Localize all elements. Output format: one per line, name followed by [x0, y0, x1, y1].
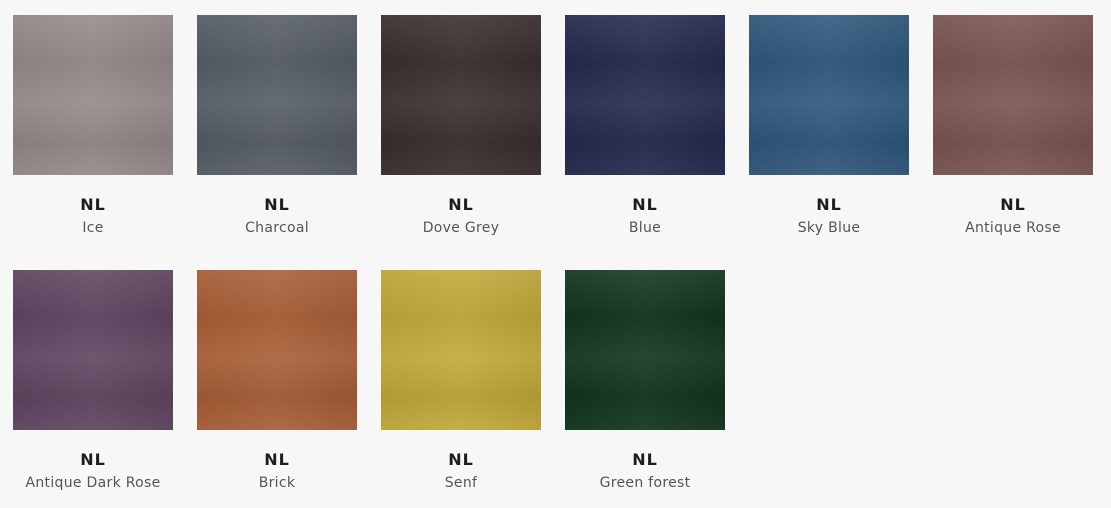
swatch-code: NL: [80, 450, 106, 469]
swatch-image[interactable]: [933, 15, 1093, 175]
swatch-name: Brick: [258, 475, 296, 491]
swatch-name: Sky Blue: [797, 220, 861, 236]
swatch-code: NL: [632, 450, 658, 469]
swatch-card-green-forest[interactable]: NL Green forest: [565, 270, 725, 492]
swatch-card-charcoal[interactable]: NL Charcoal: [197, 15, 357, 237]
swatch-code: NL: [264, 450, 290, 469]
swatch-name: Antique Rose: [965, 220, 1061, 236]
swatch-image[interactable]: [381, 270, 541, 430]
swatch-name: Green forest: [599, 475, 691, 491]
swatch-image[interactable]: [13, 270, 173, 430]
swatch-code: NL: [264, 195, 290, 214]
swatch-image[interactable]: [197, 15, 357, 175]
swatch-grid: NL Ice NL Charcoal NL Dove Grey NL Blue …: [0, 0, 1111, 508]
swatch-name: Ice: [82, 220, 104, 236]
swatch-code: NL: [80, 195, 106, 214]
swatch-image[interactable]: [13, 15, 173, 175]
swatch-code: NL: [816, 195, 842, 214]
swatch-image[interactable]: [565, 270, 725, 430]
swatch-card-blue[interactable]: NL Blue: [565, 15, 725, 237]
swatch-card-senf[interactable]: NL Senf: [381, 270, 541, 492]
swatch-name: Senf: [444, 475, 478, 491]
swatch-name: Antique Dark Rose: [25, 475, 161, 491]
swatch-image[interactable]: [197, 270, 357, 430]
swatch-image[interactable]: [565, 15, 725, 175]
swatch-card-antique-rose[interactable]: NL Antique Rose: [933, 15, 1093, 237]
swatch-code: NL: [632, 195, 658, 214]
swatch-card-antique-dark-rose[interactable]: NL Antique Dark Rose: [13, 270, 173, 492]
swatch-name: Charcoal: [245, 220, 309, 236]
swatch-code: NL: [1000, 195, 1026, 214]
swatch-image[interactable]: [749, 15, 909, 175]
swatch-name: Blue: [628, 220, 662, 236]
swatch-code: NL: [448, 450, 474, 469]
swatch-code: NL: [448, 195, 474, 214]
swatch-card-brick[interactable]: NL Brick: [197, 270, 357, 492]
swatch-name: Dove Grey: [422, 220, 500, 236]
swatch-image[interactable]: [381, 15, 541, 175]
swatch-card-sky-blue[interactable]: NL Sky Blue: [749, 15, 909, 237]
swatch-card-ice[interactable]: NL Ice: [13, 15, 173, 237]
swatch-card-dove-grey[interactable]: NL Dove Grey: [381, 15, 541, 237]
